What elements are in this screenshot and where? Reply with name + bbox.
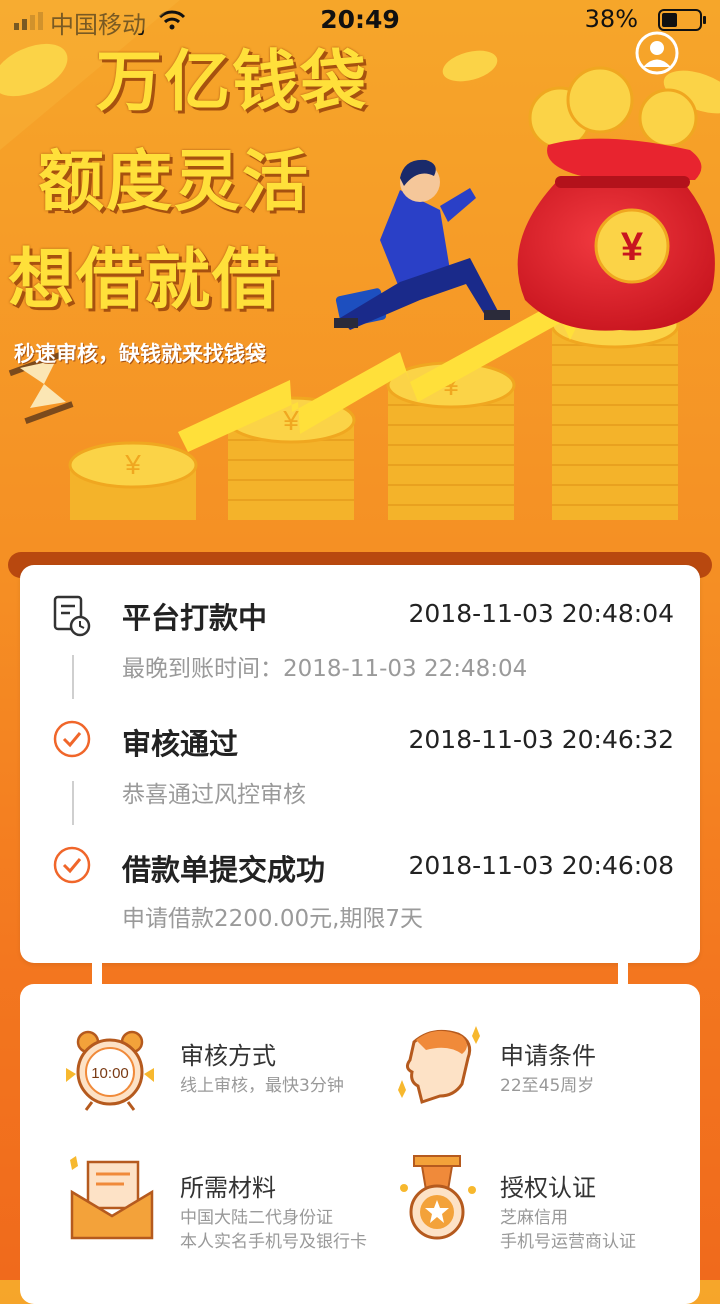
coin-stack: ¥ (386, 361, 516, 520)
check-circle-icon (53, 846, 91, 884)
slogan-line-1: 万亿钱袋 (96, 43, 368, 120)
info-description: 22至45周岁 (500, 1076, 595, 1096)
info-description: 中国大陆二代身份证 (180, 1208, 333, 1228)
money-bag-icon: ¥ (517, 138, 715, 331)
svg-text:¥: ¥ (124, 449, 141, 480)
document-clock-icon (53, 595, 91, 637)
step-title: 平台打款中 (122, 601, 268, 635)
svg-text:10:00: 10:00 (91, 1065, 129, 1082)
info-title: 所需材料 (180, 1174, 276, 1202)
step-time: 2018-11-03 20:46:08 (408, 851, 674, 880)
step-time: 2018-11-03 20:46:32 (408, 725, 674, 754)
loan-info-card: 10:00 审核方式 线上审核，最快3分钟 申请条件 22至45周岁 所需材料 … (20, 984, 700, 1304)
check-circle-icon (53, 720, 91, 758)
loan-progress-card: 平台打款中 2018-11-03 20:48:04 最晚到账时间：2018-11… (20, 565, 700, 963)
info-description: 本人实名手机号及银行卡 (180, 1232, 367, 1252)
svg-text:¥: ¥ (282, 405, 299, 436)
info-title: 授权认证 (500, 1174, 596, 1202)
coin-stack: ¥ (68, 441, 198, 520)
profile-button[interactable] (634, 30, 680, 76)
step-description: 最晚到账时间：2018-11-03 22:48:04 (122, 656, 528, 682)
info-title: 审核方式 (180, 1042, 276, 1070)
step-title: 借款单提交成功 (122, 853, 326, 887)
alarm-clock-icon: 10:00 (66, 1030, 154, 1111)
user-profile-icon (635, 31, 679, 75)
person-head-icon (398, 1026, 480, 1104)
slogan-line-2: 额度灵活 (38, 143, 310, 220)
info-description: 线上审核，最快3分钟 (180, 1076, 344, 1096)
medal-icon (400, 1155, 476, 1240)
banner-subtitle: 秒速审核，缺钱就来找钱袋 (14, 342, 266, 366)
info-description: 芝麻信用 (500, 1208, 568, 1228)
step-title: 审核通过 (122, 727, 239, 761)
hero-banner: ¥ ¥ ¥ ¥ 万亿钱袋 额度灵活 想借就借 秒速审核，缺钱就来找钱袋 (0, 0, 720, 520)
timeline-connector (72, 655, 74, 699)
slogan-line-3: 想借就借 (8, 241, 280, 318)
step-time: 2018-11-03 20:48:04 (408, 599, 674, 628)
step-description: 申请借款2200.00元,期限7天 (122, 906, 424, 932)
envelope-letter-icon (70, 1156, 154, 1240)
info-description: 手机号运营商认证 (500, 1232, 636, 1252)
svg-text:¥: ¥ (621, 225, 644, 269)
running-man-icon (334, 159, 510, 330)
info-title: 申请条件 (500, 1042, 596, 1070)
step-description: 恭喜通过风控审核 (122, 782, 306, 808)
timeline-connector (72, 781, 74, 825)
